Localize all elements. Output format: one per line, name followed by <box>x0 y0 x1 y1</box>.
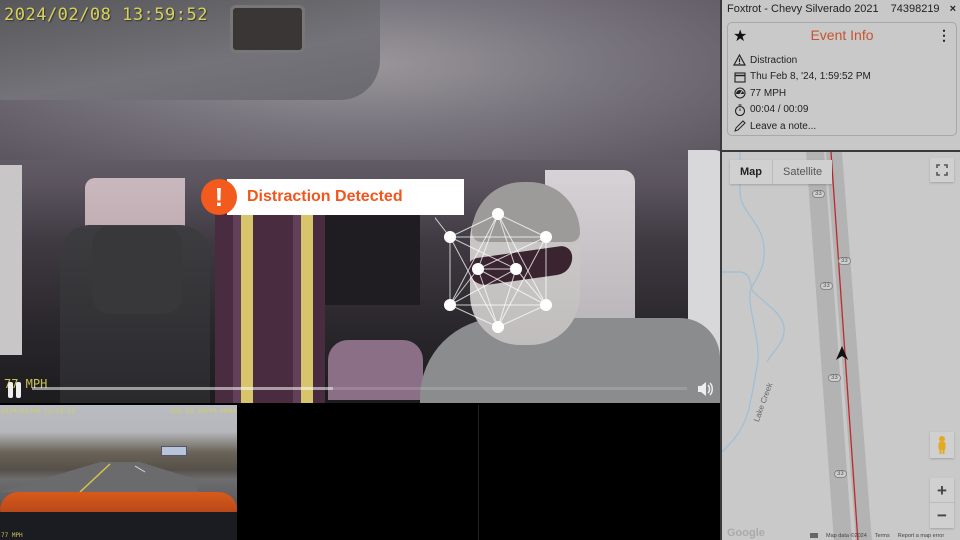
blanket <box>328 340 423 400</box>
route-shield: 33 <box>838 257 851 265</box>
route-shield: 33 <box>812 190 825 198</box>
pause-button[interactable] <box>7 382 23 398</box>
leave-note-row[interactable]: Leave a note... <box>732 118 871 135</box>
pegman-icon <box>938 436 946 454</box>
route-shield: 33 <box>820 282 833 290</box>
fullscreen-icon <box>936 164 948 176</box>
pencil-icon <box>732 120 747 133</box>
map-tab-satellite[interactable]: Satellite <box>772 160 832 184</box>
event-info-card: ★ Event Info ⋮ Distraction Thu Feb 8, '2… <box>727 22 957 136</box>
passenger-headrest <box>92 226 182 314</box>
hanging-clothes <box>215 210 325 403</box>
report-error-link[interactable]: Report a map error <box>898 533 944 539</box>
fullscreen-button[interactable] <box>930 158 954 182</box>
route-shield: 33 <box>834 470 847 478</box>
face-mesh-overlay <box>435 208 552 333</box>
truck-hood <box>0 492 237 512</box>
billboard <box>161 446 187 456</box>
map-footer: Map data ©2024 Terms Report a map error <box>810 533 944 539</box>
stopwatch-icon <box>732 103 747 116</box>
video-timestamp: 2024/02/08 13:59:52 <box>4 5 208 25</box>
zoom-in-button[interactable]: + <box>930 478 954 503</box>
event-id: 74398219 <box>890 3 940 15</box>
close-button[interactable]: × <box>950 3 956 19</box>
playback-progress-fill <box>32 387 334 390</box>
thumbnail-camera-info: CH1 Q3 24FPS H0500 <box>170 407 241 415</box>
zoom-out-button[interactable]: − <box>930 503 954 528</box>
more-options-icon[interactable]: ⋮ <box>937 27 951 44</box>
event-speed-row: 77 MPH <box>732 85 871 102</box>
speedometer-icon <box>732 87 747 100</box>
keyboard-shortcuts-icon[interactable] <box>810 533 818 538</box>
window-far-left <box>0 165 22 355</box>
road-illustration <box>0 462 197 492</box>
zoom-controls: + − <box>930 478 954 528</box>
dashboard <box>0 512 237 540</box>
map-tab-map[interactable]: Map <box>730 160 772 184</box>
terms-link[interactable]: Terms <box>875 533 890 539</box>
event-datetime: Thu Feb 8, '24, 1:59:52 PM <box>750 71 871 83</box>
map-data-attribution: Map data ©2024 <box>826 533 867 539</box>
event-datetime-row: Thu Feb 8, '24, 1:59:52 PM <box>732 69 871 86</box>
calendar-icon <box>732 70 747 83</box>
google-logo: Google <box>727 527 765 539</box>
map-canvas <box>722 152 872 540</box>
event-speed: 77 MPH <box>750 87 787 99</box>
creek-branch-2 <box>751 289 785 363</box>
volume-button[interactable] <box>696 380 714 398</box>
interior-camera-video[interactable]: 2024/02/08 13:59:52 77 MPH ! Distraction… <box>0 0 720 403</box>
street-view-button[interactable] <box>930 432 954 458</box>
thumbnail-timestamp: 2024/02/08 13:59:52 <box>1 407 76 415</box>
event-type: Distraction <box>750 54 798 66</box>
map-view[interactable]: 33 33 33 33 33 Lake Creek Map Satellite … <box>722 150 960 540</box>
event-type-row: Distraction <box>732 52 871 69</box>
camera-slot-empty-2[interactable] <box>479 405 720 540</box>
event-duration: 00:04 / 00:09 <box>750 104 809 116</box>
exclamation-icon: ! <box>201 179 237 215</box>
map-type-toggle: Map Satellite <box>730 160 833 184</box>
route-shield: 33 <box>828 374 841 382</box>
alert-label: Distraction Detected <box>227 179 464 215</box>
pause-icon <box>8 382 13 398</box>
leave-note-link[interactable]: Leave a note... <box>750 121 816 132</box>
camera-slot-empty-1[interactable] <box>237 405 478 540</box>
volume-icon <box>698 382 713 396</box>
event-details: Distraction Thu Feb 8, '24, 1:59:52 PM 7… <box>732 52 871 135</box>
creek-branch <box>722 271 753 291</box>
app-root: 2024/02/08 13:59:52 77 MPH ! Distraction… <box>0 0 960 540</box>
warning-icon <box>732 54 747 67</box>
playback-progress-bar[interactable] <box>32 387 687 390</box>
panel-header: Foxtrot - Chevy Silverado 2021 74398219 … <box>727 3 956 19</box>
event-duration-row: 00:04 / 00:09 <box>732 102 871 119</box>
thumbnail-speed: 77 MPH <box>1 532 23 539</box>
dome-light <box>230 5 305 53</box>
event-info-title: Event Info <box>810 27 874 43</box>
vehicle-title: Foxtrot - Chevy Silverado 2021 <box>727 3 879 15</box>
distraction-alert: ! Distraction Detected <box>201 179 464 215</box>
face-mesh-points <box>444 208 552 333</box>
